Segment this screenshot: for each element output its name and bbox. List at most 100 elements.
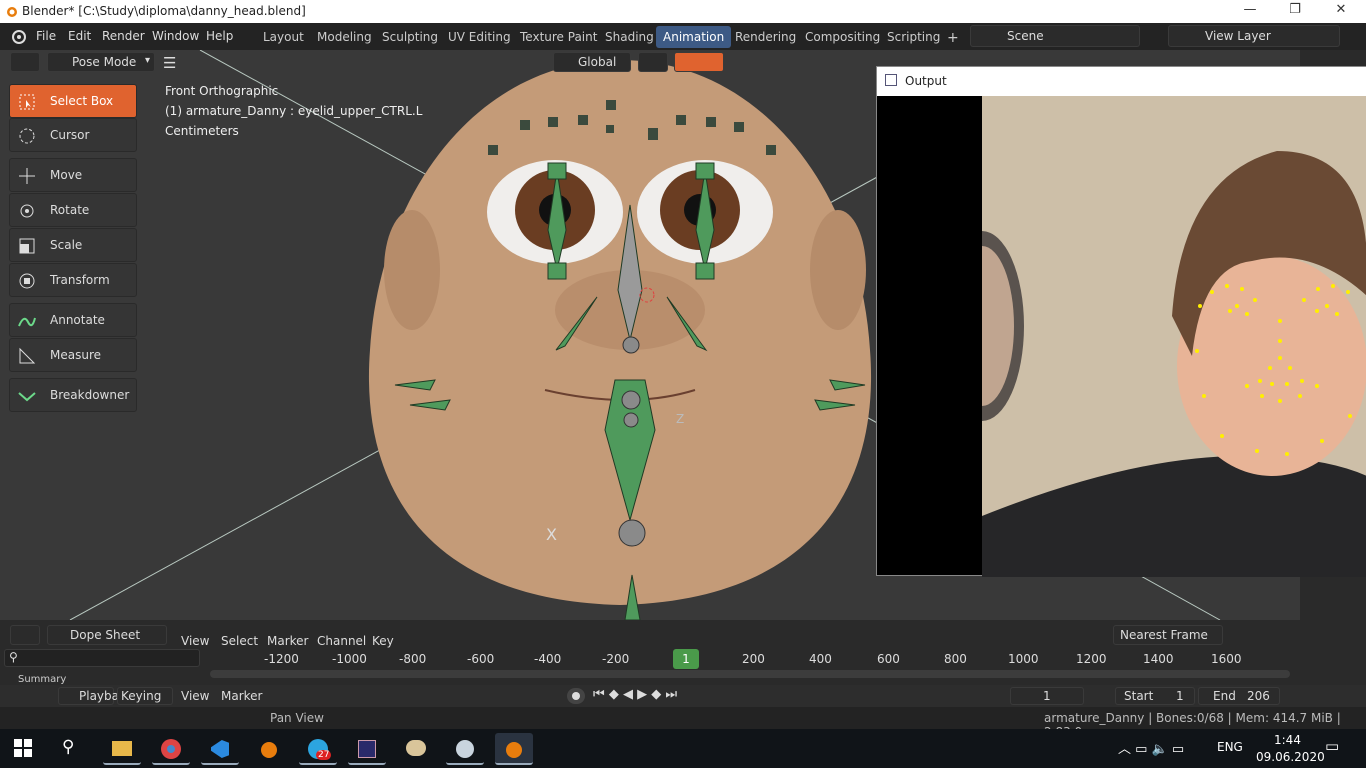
viewport-units: Centimeters bbox=[165, 124, 239, 138]
tool-cursor[interactable]: Cursor bbox=[9, 118, 137, 152]
chrome-icon[interactable] bbox=[152, 733, 190, 765]
windows-start-icon[interactable] bbox=[14, 739, 32, 757]
menu-help[interactable]: Help bbox=[206, 29, 233, 43]
playback-controls-icon[interactable]: ⏮ ◆ ◀ ▶ ◆ ⏭ bbox=[593, 687, 677, 702]
tex-editor-icon[interactable] bbox=[348, 733, 386, 765]
tab-rendering[interactable]: Rendering bbox=[728, 26, 803, 48]
hamburger-icon[interactable]: ☰ bbox=[163, 54, 176, 72]
svg-text:X: X bbox=[546, 525, 557, 544]
tool-annotate[interactable]: Annotate bbox=[9, 303, 137, 337]
current-frame-indicator[interactable]: 1 bbox=[673, 649, 699, 669]
tick-label: 1400 bbox=[1143, 652, 1174, 666]
record-button[interactable] bbox=[567, 688, 585, 704]
blender-menu-icon[interactable] bbox=[9, 28, 27, 44]
tab-scripting[interactable]: Scripting bbox=[880, 26, 947, 48]
horizontal-scrollbar[interactable] bbox=[210, 670, 1290, 678]
timeline-menu-marker[interactable]: Marker bbox=[221, 689, 262, 703]
channel-search-input[interactable]: ⚲ bbox=[4, 649, 200, 667]
start-frame-field[interactable]: Start 1 bbox=[1115, 687, 1195, 705]
output-titlebar: Output bbox=[877, 67, 1366, 96]
scale-icon bbox=[19, 238, 35, 254]
tick-label: 200 bbox=[742, 652, 765, 666]
menu-edit[interactable]: Edit bbox=[68, 29, 91, 43]
tab-shading[interactable]: Shading bbox=[598, 26, 661, 48]
dope-menu-marker[interactable]: Marker bbox=[267, 634, 308, 648]
tick-label: 400 bbox=[809, 652, 832, 666]
tick-label: -400 bbox=[534, 652, 562, 666]
window-titlebar: Blender* [C:\Study\diploma\danny_head.bl… bbox=[0, 0, 1366, 23]
tool-move[interactable]: Move bbox=[9, 158, 137, 192]
tick-label: -600 bbox=[467, 652, 495, 666]
scene-selector[interactable]: Scene bbox=[970, 25, 1140, 47]
tool-rotate[interactable]: Rotate bbox=[9, 193, 137, 227]
notification-icon[interactable]: ▭ bbox=[1325, 737, 1339, 755]
output-window[interactable]: Output bbox=[876, 66, 1366, 577]
tab-sculpting[interactable]: Sculpting bbox=[375, 26, 445, 48]
view-layer-selector[interactable]: View Layer bbox=[1168, 25, 1340, 47]
tool-transform[interactable]: Transform bbox=[9, 263, 137, 297]
dope-mode-label: Dope Sheet bbox=[70, 628, 141, 642]
tool-select-box[interactable]: Select Box bbox=[9, 84, 137, 118]
menu-render[interactable]: Render bbox=[102, 29, 145, 43]
top-bar: File Edit Render Window Help Layout Mode… bbox=[0, 23, 1366, 50]
snap-mode-selector[interactable]: Nearest Frame bbox=[1113, 625, 1223, 645]
paint-icon[interactable] bbox=[397, 733, 435, 765]
close-icon[interactable]: ✕ bbox=[1326, 2, 1356, 17]
tab-layout[interactable]: Layout bbox=[256, 26, 311, 48]
breakdowner-icon bbox=[18, 392, 36, 402]
dope-menu-view[interactable]: View bbox=[181, 634, 209, 648]
vscode-icon[interactable] bbox=[201, 733, 239, 765]
telegram-icon[interactable]: 27 bbox=[299, 733, 337, 765]
search-icon[interactable]: ⚲ bbox=[62, 737, 74, 757]
minimize-icon[interactable]: — bbox=[1235, 2, 1265, 17]
clock-date[interactable]: 09.06.2020 bbox=[1256, 750, 1325, 764]
svg-text:Z: Z bbox=[676, 412, 684, 426]
status-hint: Pan View bbox=[270, 711, 324, 725]
blender-active-icon[interactable] bbox=[495, 733, 533, 765]
mode-selector[interactable]: Pose Mode ▾ bbox=[47, 52, 155, 72]
tool-measure[interactable]: Measure bbox=[9, 338, 137, 372]
snap-toggle[interactable] bbox=[674, 52, 724, 72]
tab-animation[interactable]: Animation bbox=[656, 26, 732, 48]
frame-value: 1 bbox=[1043, 689, 1051, 703]
file-explorer-icon[interactable] bbox=[103, 733, 141, 765]
menu-file[interactable]: File bbox=[36, 29, 56, 43]
viewport-view-name: Front Orthographic bbox=[165, 84, 279, 98]
end-frame-field[interactable]: End 206 bbox=[1198, 687, 1280, 705]
tick-label: -1200 bbox=[264, 652, 299, 666]
dope-editor-type-button[interactable] bbox=[10, 625, 40, 645]
tab-texture-paint[interactable]: Texture Paint bbox=[513, 26, 604, 48]
dope-menu-select[interactable]: Select bbox=[221, 634, 258, 648]
dope-menu-key[interactable]: Key bbox=[372, 634, 394, 648]
playback-menu[interactable]: Playback bbox=[58, 687, 133, 705]
menu-window[interactable]: Window bbox=[152, 29, 199, 43]
tray-icons[interactable]: ︿ ▭ 🔈 ▭ bbox=[1118, 738, 1184, 757]
tab-uv-editing[interactable]: UV Editing bbox=[441, 26, 518, 48]
dope-menu-channel[interactable]: Channel bbox=[317, 634, 366, 648]
end-label: End bbox=[1213, 689, 1236, 703]
timeline-menu-view[interactable]: View bbox=[181, 689, 209, 703]
transform-orientation-selector[interactable]: Global bbox=[553, 52, 631, 72]
tool-breakdowner[interactable]: Breakdowner bbox=[9, 378, 137, 412]
tab-compositing[interactable]: Compositing bbox=[798, 26, 887, 48]
keying-menu[interactable]: Keying bbox=[117, 687, 173, 705]
output-title: Output bbox=[905, 74, 947, 88]
blender-app-icon[interactable] bbox=[250, 733, 288, 765]
viewport-active-bone: (1) armature_Danny : eyelid_upper_CTRL.L bbox=[165, 104, 423, 118]
steam-icon[interactable] bbox=[446, 733, 484, 765]
telegram-badge: 27 bbox=[316, 750, 332, 760]
tab-modeling[interactable]: Modeling bbox=[310, 26, 379, 48]
pivot-point-button[interactable] bbox=[638, 52, 668, 72]
add-workspace-button[interactable]: + bbox=[940, 26, 966, 48]
tool-scale[interactable]: Scale bbox=[9, 228, 137, 262]
current-frame-field[interactable]: 1 bbox=[1010, 687, 1084, 705]
clock-time[interactable]: 1:44 bbox=[1274, 733, 1301, 747]
summary-channel[interactable]: Summary bbox=[18, 674, 66, 684]
start-label: Start bbox=[1124, 689, 1154, 703]
dope-mode-selector[interactable]: Dope Sheet bbox=[47, 625, 167, 645]
language-indicator[interactable]: ENG bbox=[1217, 740, 1243, 754]
editor-type-button[interactable] bbox=[10, 52, 40, 72]
orientation-label: Global bbox=[578, 55, 617, 69]
maximize-icon[interactable]: ❐ bbox=[1280, 2, 1310, 17]
tick-label: -200 bbox=[602, 652, 630, 666]
